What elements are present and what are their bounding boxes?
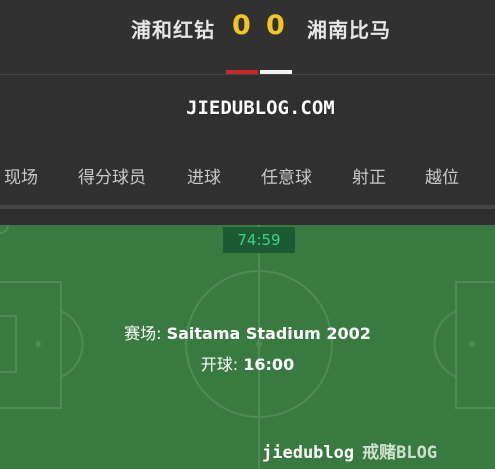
tab-shots-on-target[interactable]: 射正	[352, 163, 386, 188]
home-score: 0	[232, 10, 251, 41]
match-page: 浦和红钻 0 0 湘南比马 JIEDUBLOG.COM 现场 得分球员 进球 任…	[0, 0, 495, 469]
tab-goals[interactable]: 进球	[187, 163, 221, 188]
tab-free-kicks[interactable]: 任意球	[261, 163, 312, 188]
venue-line: 赛场: Saitama Stadium 2002	[0, 320, 495, 344]
watermark-bottom-main: jiedublog	[262, 443, 355, 463]
away-team-name[interactable]: 湘南比马	[307, 14, 391, 43]
score-header: 浦和红钻 0 0 湘南比马	[0, 0, 495, 74]
watermark-bottom-tail: 戒赌BLOG	[362, 443, 438, 463]
watermark-logo-bottom: jiedublog 戒赌BLOG	[262, 438, 437, 463]
pitch-view: 74:59 赛场: Saitama Stadium 2002 开球: 16:00…	[0, 225, 495, 469]
home-team-name[interactable]: 浦和红钻	[131, 14, 215, 43]
kickoff-line: 开球: 16:00	[0, 351, 495, 375]
venue-name: Saitama Stadium 2002	[166, 324, 371, 343]
pitch-markings	[0, 225, 495, 469]
away-score: 0	[266, 10, 285, 41]
corner-arc-top-left	[0, 225, 9, 234]
match-clock[interactable]: 74:59	[223, 227, 295, 253]
tab-offsides[interactable]: 越位	[425, 163, 459, 188]
tab-scorers[interactable]: 得分球员	[78, 163, 146, 188]
section-gap	[0, 209, 495, 225]
left-penalty-area	[0, 281, 62, 409]
venue-label: 赛场:	[124, 324, 167, 343]
watermark-banner: JIEDUBLOG.COM	[0, 75, 495, 145]
kickoff-time: 16:00	[243, 355, 295, 374]
kickoff-label: 开球:	[200, 355, 244, 374]
right-penalty-area	[455, 281, 495, 409]
watermark-logo-top: JIEDUBLOG.COM	[186, 97, 335, 119]
stats-tabs: 现场 得分球员 进球 任意球 射正 越位	[0, 145, 495, 207]
tab-live[interactable]: 现场	[4, 163, 38, 188]
